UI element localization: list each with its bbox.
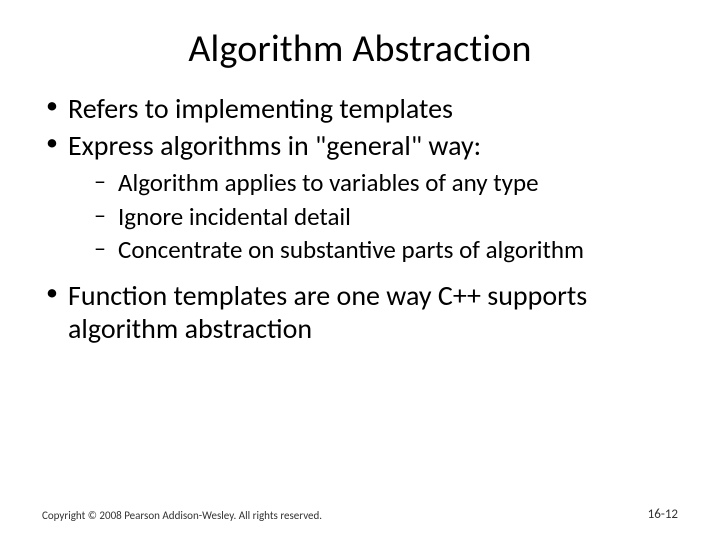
slide-footer: Copyright © 2008 Pearson Addison-Wesley.… bbox=[42, 507, 678, 522]
sub-bullet-item: Algorithm applies to variables of any ty… bbox=[68, 168, 678, 198]
sub-bullet-item: Ignore incidental detail bbox=[68, 202, 678, 232]
sub-bullet-list: Algorithm applies to variables of any ty… bbox=[68, 168, 678, 265]
slide-body: Refers to implementing templates Express… bbox=[0, 80, 720, 345]
copyright-text: Copyright © 2008 Pearson Addison-Wesley.… bbox=[42, 509, 322, 522]
bullet-list: Refers to implementing templates Express… bbox=[42, 92, 678, 345]
slide: Algorithm Abstraction Refers to implemen… bbox=[0, 0, 720, 540]
sub-bullet-item: Concentrate on substantive parts of algo… bbox=[68, 235, 678, 265]
bullet-item: Refers to implementing templates bbox=[42, 92, 678, 125]
bullet-item: Express algorithms in "general" way: Alg… bbox=[42, 129, 678, 265]
page-number: 16-12 bbox=[648, 507, 678, 522]
bullet-text: Express algorithms in "general" way: bbox=[68, 128, 481, 163]
bullet-item: Function templates are one way C++ suppo… bbox=[42, 279, 678, 345]
slide-title: Algorithm Abstraction bbox=[0, 0, 720, 80]
